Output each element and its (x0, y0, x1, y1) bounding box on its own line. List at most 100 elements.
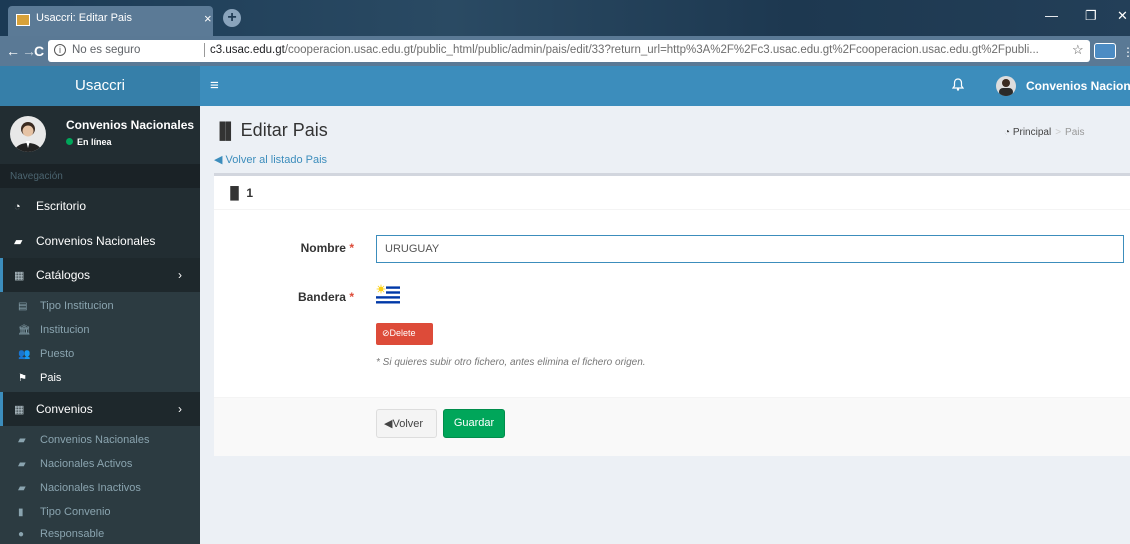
sidebar-item-label: Tipo Institucion (40, 300, 114, 312)
minimize-icon[interactable]: — (1045, 8, 1058, 23)
ban-icon: ⊘ (382, 328, 390, 338)
required-mark: * (349, 241, 354, 255)
back-arrow-icon[interactable]: ← (6, 43, 20, 59)
sidebar-item-convenios-nacionales[interactable]: ▰ Convenios Nacionales (0, 224, 200, 258)
page-title: ▐▌ Editar Pais (214, 120, 328, 141)
sidebar-item-convenios[interactable]: ▦ Convenios › (0, 392, 200, 426)
top-navbar: ≡ Convenios Nacionales (200, 66, 1130, 106)
required-mark: * (349, 290, 354, 304)
security-label: No es seguro (72, 44, 141, 56)
sidebar-item-escritorio[interactable]: ◔ Escritorio (0, 189, 200, 223)
new-tab-button[interactable]: + (223, 9, 241, 27)
bandera-label: Bandera * (254, 290, 354, 304)
dashboard-icon: ◔ (1004, 127, 1011, 138)
dashboard-icon: ◔ (14, 201, 21, 213)
sidebar-item-tipo-convenio[interactable]: ▮ Tipo Convenio (0, 501, 200, 525)
map-icon: ▐▌ (226, 186, 244, 200)
reload-icon[interactable]: C (34, 43, 44, 59)
avatar[interactable] (996, 76, 1016, 96)
address-bar[interactable]: i No es seguro c3.usac.edu.gt/cooperacio… (48, 40, 1090, 62)
nombre-input[interactable]: URUGUAY (376, 235, 1124, 263)
delete-button[interactable]: ⊘Delete (376, 323, 433, 345)
bookmark-icon: ▮ (18, 507, 24, 518)
sidebar-item-label: Escritorio (36, 199, 87, 213)
chevron-right-icon: › (178, 268, 182, 282)
menu-toggle-icon[interactable]: ≡ (210, 77, 219, 94)
user-status: En línea (66, 137, 112, 147)
table-icon: ▦ (14, 270, 25, 282)
box-title: 1 (246, 186, 254, 200)
page-title-text: Editar Pais (240, 120, 328, 140)
sidebar-item-institucion[interactable]: 🏛 Institucion (0, 319, 200, 343)
sidebar-item-label: Institucion (40, 324, 90, 336)
app-logo[interactable]: Usaccri (0, 66, 200, 106)
bandera-label-text: Bandera (297, 290, 346, 304)
sidebar: Convenios Nacionales En línea Navegación… (0, 106, 200, 544)
sidebar-item-label: Convenios (36, 402, 93, 416)
extension-icon[interactable] (1094, 43, 1116, 59)
sidebar-user-name: Convenios Nacionales (66, 118, 195, 132)
upload-hint: * Si quieres subir otro fichero, antes e… (376, 357, 646, 368)
notification-bell-icon[interactable] (951, 78, 965, 94)
url-domain: c3.usac.edu.gt (210, 44, 285, 56)
users-icon: 👥 (18, 349, 31, 360)
browser-toolbar: ← → C i No es seguro c3.usac.edu.gt/coop… (0, 36, 1130, 66)
avatar (10, 116, 46, 152)
nombre-label-text: Nombre (300, 241, 346, 255)
box-footer: ◀Volver Guardar (214, 397, 1130, 456)
navbar-user-name[interactable]: Convenios Nacionales (1026, 79, 1130, 93)
sidebar-item-puesto[interactable]: 👥 Puesto (0, 343, 200, 367)
file-icon: ▰ (18, 483, 26, 494)
online-dot-icon (66, 138, 73, 145)
convenios-submenu: ▰ Convenios Nacionales ▰ Nacionales Activo… (0, 426, 200, 544)
sidebar-item-pais[interactable]: ⚑ Pais (0, 367, 200, 391)
browser-menu-icon[interactable]: ⋮ (1122, 45, 1130, 59)
back-to-list-label: Volver al listado Pais (225, 154, 328, 166)
breadcrumb-separator: > (1055, 127, 1062, 138)
save-button[interactable]: Guardar (443, 409, 505, 438)
table-icon: ▦ (14, 404, 25, 416)
favicon-icon (16, 14, 30, 26)
flag-icon: ⚑ (18, 373, 27, 384)
uruguay-flag-image (376, 284, 400, 306)
sidebar-item-nacionales-inactivos[interactable]: ▰ Nacionales Inactivos (0, 477, 200, 501)
info-icon[interactable]: i (54, 44, 66, 56)
omnibox-divider (204, 43, 205, 57)
sidebar-item-label: Catálogos (36, 268, 91, 282)
institution-icon: 🏛 (18, 325, 31, 336)
breadcrumb-home[interactable]: Principal (1013, 127, 1051, 138)
window-close-icon[interactable]: ✕ (1117, 8, 1128, 24)
user-status-text: En línea (77, 137, 112, 147)
tab-close-icon[interactable]: × (204, 11, 212, 26)
bookmark-star-icon[interactable]: ☆ (1072, 42, 1084, 58)
sidebar-item-tipo-institucion[interactable]: ▤ Tipo Institucion (0, 295, 200, 319)
url-path: /cooperacion.usac.edu.gt/public_html/pub… (284, 44, 1039, 56)
catalogos-submenu: ▤ Tipo Institucion 🏛 Institucion 👥 Puesto ⚑… (0, 292, 200, 392)
breadcrumb-current: Pais (1065, 127, 1085, 138)
building-icon: ▤ (18, 301, 28, 312)
map-icon: ▐▌ (214, 123, 237, 140)
sidebar-item-label: Puesto (40, 348, 75, 360)
sidebar-item-label: Pais (40, 372, 62, 384)
sidebar-item-nacionales-activos[interactable]: ▰ Nacionales Activos (0, 453, 200, 477)
tab-title: Usaccri: Editar Pais (36, 12, 132, 24)
nombre-label: Nombre * (254, 241, 354, 255)
file-icon: ▰ (18, 435, 26, 446)
browser-tab[interactable]: Usaccri: Editar Pais × (8, 6, 213, 36)
sidebar-item-label: Responsable (40, 528, 105, 540)
sidebar-item-label: Nacionales Inactivos (40, 482, 141, 494)
back-button[interactable]: ◀Volver (376, 409, 437, 438)
back-to-list-link[interactable]: ◀ Volver al listado Pais (214, 153, 327, 166)
sidebar-item-convenios-nacionales-sub[interactable]: ▰ Convenios Nacionales (0, 429, 200, 453)
arrow-circle-left-icon: ◀ (214, 154, 223, 166)
sidebar-item-catalogos[interactable]: ▦ Catálogos › (0, 258, 200, 292)
sidebar-item-label: Convenios Nacionales (40, 434, 150, 446)
chevron-right-icon: › (178, 402, 182, 416)
restore-icon[interactable]: ❐ (1085, 8, 1097, 24)
file-icon: ▰ (14, 236, 23, 248)
sidebar-item-label: Convenios Nacionales (36, 234, 156, 248)
sidebar-section-header: Navegación (0, 164, 200, 188)
sidebar-item-label: Nacionales Activos (40, 458, 133, 470)
back-button-label: Volver (392, 418, 424, 430)
sidebar-item-responsable[interactable]: ● Responsable (0, 523, 200, 544)
